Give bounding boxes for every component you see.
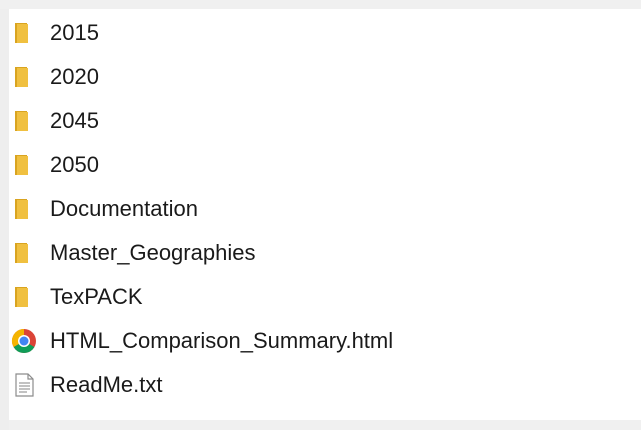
file-name[interactable]: TexPACK — [50, 275, 143, 319]
folder-icon — [11, 240, 37, 266]
text-file-icon — [11, 372, 37, 398]
file-name[interactable]: Documentation — [50, 187, 198, 231]
file-name[interactable]: 2050 — [50, 143, 99, 187]
list-item-2045[interactable]: 2045 — [0, 99, 641, 143]
file-name[interactable]: HTML_Comparison_Summary.html — [50, 319, 393, 363]
file-name[interactable]: Master_Geographies — [50, 231, 255, 275]
list-item-documentation[interactable]: Documentation — [0, 187, 641, 231]
folder-icon — [11, 284, 37, 310]
list-item-html-comparison-summary[interactable]: HTML_Comparison_Summary.html — [0, 319, 641, 363]
file-list: 2015 2020 2045 2050 Documentation Master… — [0, 11, 641, 407]
folder-icon — [11, 20, 37, 46]
file-name[interactable]: 2045 — [50, 99, 99, 143]
list-item-readme[interactable]: ReadMe.txt — [0, 363, 641, 407]
file-name[interactable]: ReadMe.txt — [50, 363, 163, 407]
list-item-master-geographies[interactable]: Master_Geographies — [0, 231, 641, 275]
file-name[interactable]: 2015 — [50, 11, 99, 55]
folder-icon — [11, 152, 37, 178]
chrome-icon — [11, 328, 37, 354]
list-item-texpack[interactable]: TexPACK — [0, 275, 641, 319]
folder-icon — [11, 196, 37, 222]
list-item-2050[interactable]: 2050 — [0, 143, 641, 187]
file-name[interactable]: 2020 — [50, 55, 99, 99]
folder-icon — [11, 108, 37, 134]
list-item-2020[interactable]: 2020 — [0, 55, 641, 99]
list-item-2015[interactable]: 2015 — [0, 11, 641, 55]
file-explorer-window: 2015 2020 2045 2050 Documentation Master… — [0, 0, 641, 430]
folder-icon — [11, 64, 37, 90]
